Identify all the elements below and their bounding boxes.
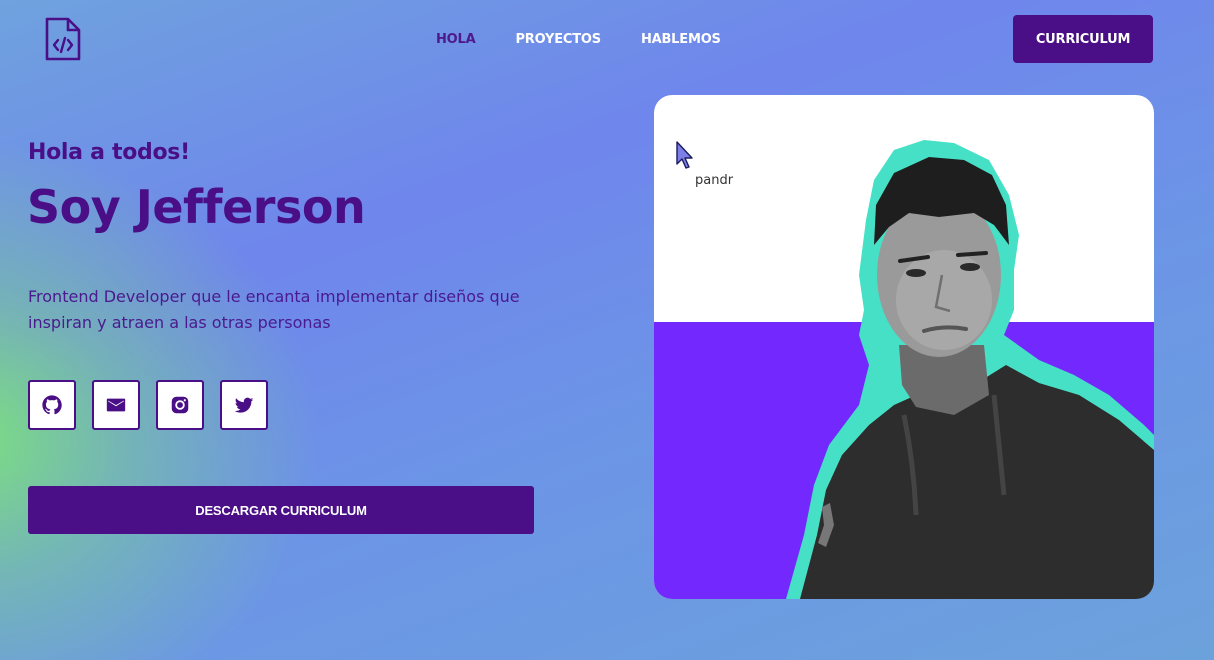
cursor-pointer-icon [676, 141, 696, 173]
curriculum-button[interactable]: CURRICULUM [1013, 15, 1153, 63]
twitter-icon [234, 397, 254, 413]
profile-photo [786, 140, 1154, 599]
github-link[interactable] [28, 380, 76, 430]
social-links [28, 380, 268, 430]
hero-description: Frontend Developer que le encanta implem… [28, 287, 520, 332]
cursor-label: pandr [695, 173, 734, 188]
twitter-link[interactable] [220, 380, 268, 430]
hero-title: Soy Jefferson [27, 180, 366, 234]
main-nav: HOLA PROYECTOS HABLEMOS [436, 32, 721, 47]
email-link[interactable] [92, 380, 140, 430]
instagram-icon [171, 396, 189, 414]
nav-link-hablemos[interactable]: HABLEMOS [641, 32, 721, 47]
download-curriculum-button[interactable]: DESCARGAR CURRICULUM [28, 486, 534, 534]
instagram-link[interactable] [156, 380, 204, 430]
profile-photo-card: pandr [654, 95, 1154, 599]
github-icon [42, 395, 62, 415]
nav-link-hola[interactable]: HOLA [436, 32, 476, 47]
nav-link-proyectos[interactable]: PROYECTOS [515, 32, 601, 47]
mail-icon [106, 398, 126, 412]
logo-file-code-icon[interactable] [44, 17, 82, 61]
greeting-text: Hola a todos! [28, 140, 190, 165]
